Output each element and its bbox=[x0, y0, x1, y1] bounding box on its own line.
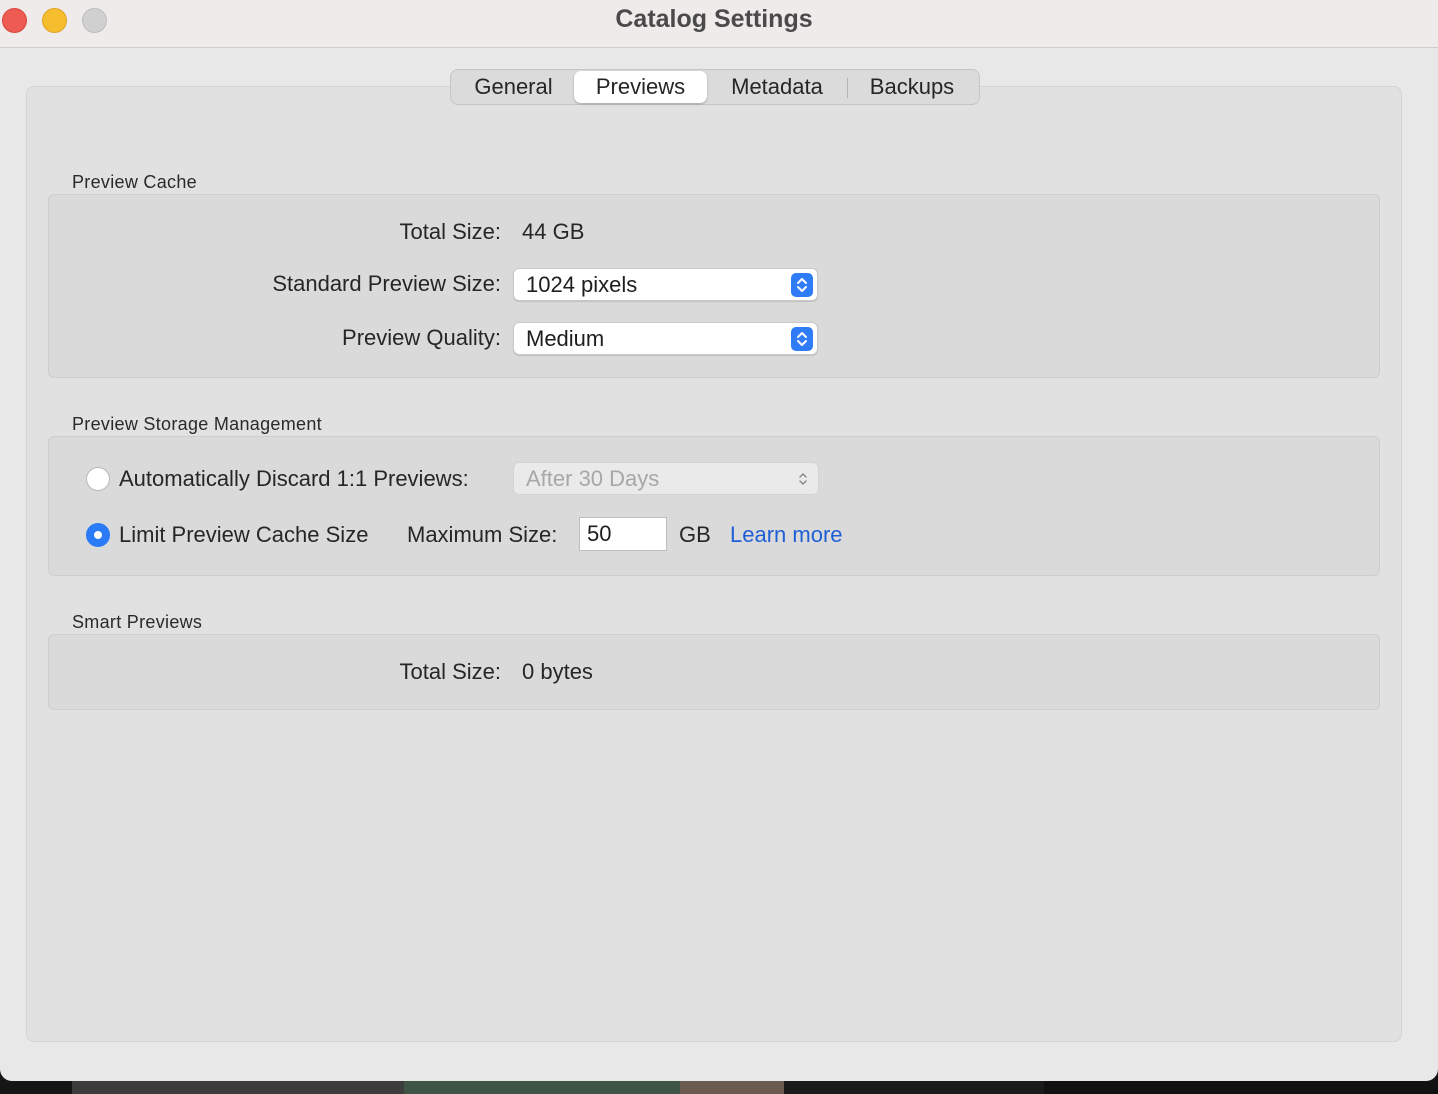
smart-total-size-label: Total Size: bbox=[399, 659, 502, 684]
preview-cache-group: Total Size: 44 GB Standard Preview Size:… bbox=[48, 194, 1380, 378]
storage-management-heading: Preview Storage Management bbox=[72, 414, 322, 434]
smart-total-size-value: 0 bytes bbox=[522, 659, 593, 684]
total-size-label: Total Size: bbox=[399, 219, 502, 244]
max-size-input[interactable] bbox=[579, 517, 667, 551]
standard-preview-size-label: Standard Preview Size: bbox=[272, 271, 501, 296]
tab-divider bbox=[847, 78, 848, 98]
standard-preview-size-select[interactable]: 1024 pixels bbox=[513, 268, 818, 301]
preview-quality-value: Medium bbox=[526, 326, 605, 351]
limit-cache-radio[interactable] bbox=[86, 523, 110, 547]
tab-backups[interactable]: Backups bbox=[849, 71, 975, 103]
up-down-chevron-icon bbox=[791, 273, 813, 297]
up-down-chevron-icon bbox=[792, 467, 814, 491]
window-title: Catalog Settings bbox=[615, 5, 813, 33]
storage-management-group: Automatically Discard 1:1 Previews: Afte… bbox=[48, 436, 1380, 576]
tab-bar: General Previews Metadata Backups bbox=[450, 69, 980, 105]
total-size-value: 44 GB bbox=[522, 219, 585, 244]
auto-discard-value: After 30 Days bbox=[526, 466, 660, 491]
max-size-label: Maximum Size: bbox=[407, 522, 558, 547]
tab-metadata[interactable]: Metadata bbox=[709, 71, 845, 103]
preview-quality-label: Preview Quality: bbox=[342, 325, 501, 350]
title-bar: Catalog Settings bbox=[0, 0, 1438, 48]
auto-discard-label: Automatically Discard 1:1 Previews: bbox=[119, 466, 469, 491]
up-down-chevron-icon bbox=[791, 327, 813, 351]
limit-cache-label: Limit Preview Cache Size bbox=[119, 522, 369, 547]
preview-cache-heading: Preview Cache bbox=[72, 172, 197, 192]
learn-more-link[interactable]: Learn more bbox=[730, 522, 843, 548]
tab-general[interactable]: General bbox=[453, 71, 574, 103]
smart-previews-heading: Smart Previews bbox=[72, 612, 203, 632]
auto-discard-select: After 30 Days bbox=[513, 462, 819, 495]
catalog-settings-window: Catalog Settings General Previews Metada… bbox=[0, 0, 1438, 1081]
smart-previews-group: Total Size: 0 bytes bbox=[48, 634, 1380, 710]
tab-previews[interactable]: Previews bbox=[574, 71, 707, 103]
preview-quality-select[interactable]: Medium bbox=[513, 322, 818, 355]
auto-discard-radio[interactable] bbox=[86, 467, 110, 491]
standard-preview-size-value: 1024 pixels bbox=[526, 272, 638, 297]
max-size-unit: GB bbox=[679, 522, 711, 547]
